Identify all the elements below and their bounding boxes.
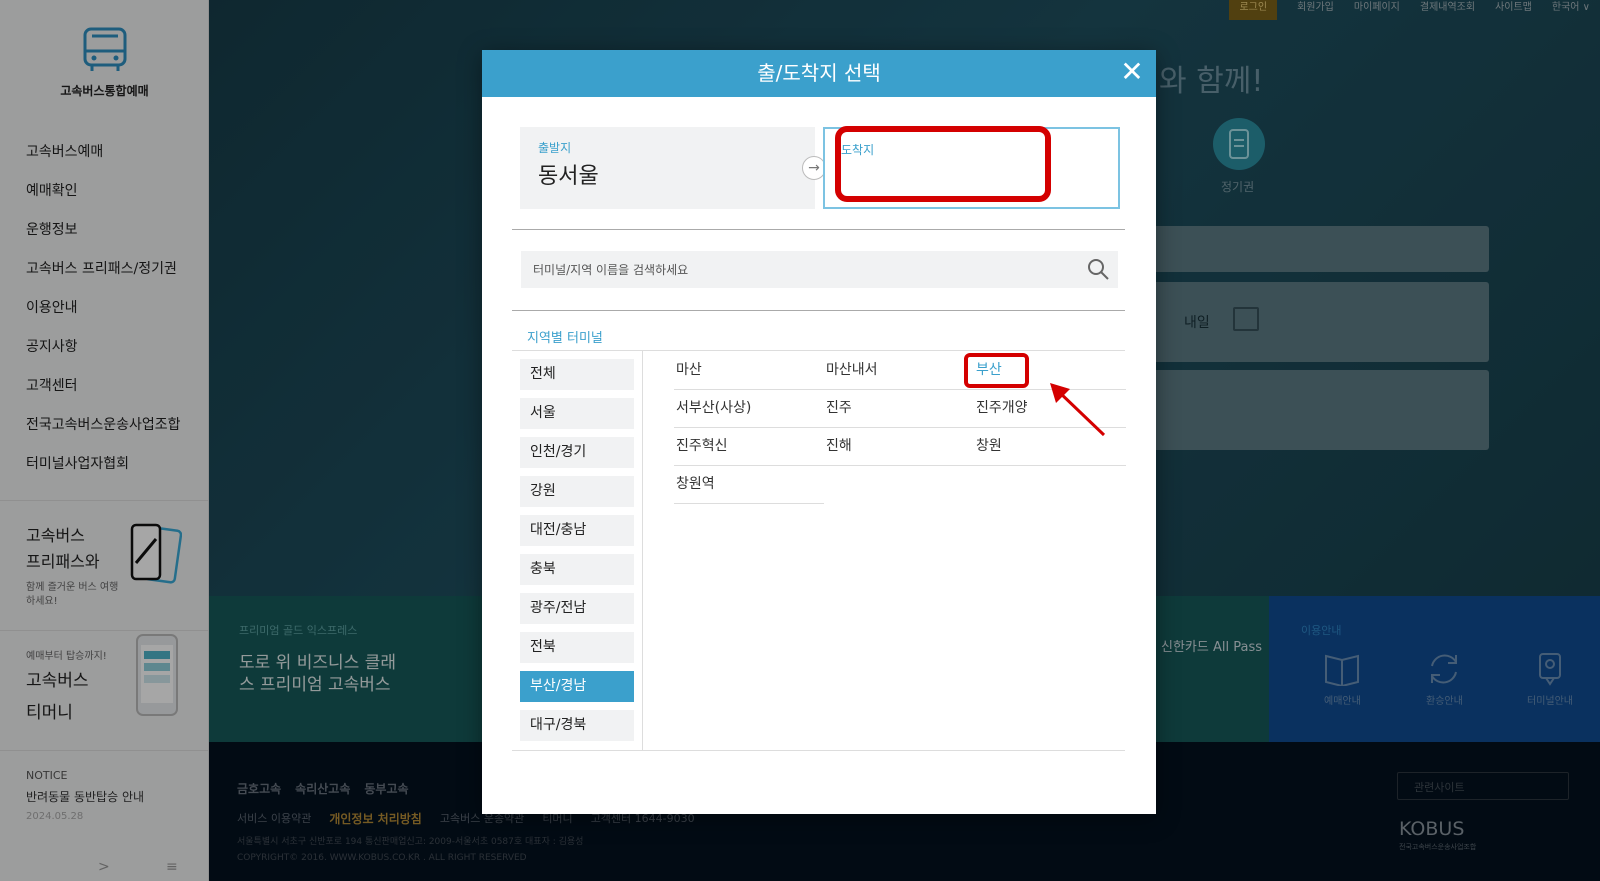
- terminal-item[interactable]: 진주: [824, 390, 974, 428]
- terminal-item[interactable]: 창원역: [674, 466, 824, 504]
- terminal-item[interactable]: 진주혁신: [674, 428, 824, 466]
- terminal-item[interactable]: 진해: [824, 428, 974, 466]
- terminal-list: 마산 마산내서 부산 서부산(사상) 진주 진주개양 진주혁신 진해 창원 창원…: [674, 352, 1126, 504]
- destination-label: 도착지: [841, 143, 875, 157]
- region-tabs: 전체 서울 인천/경기 강원 대전/충남 충북 광주/전남 전북 부산/경남 대…: [520, 359, 634, 749]
- divider: [512, 750, 1125, 751]
- region-tab-seoul[interactable]: 서울: [520, 398, 634, 429]
- origin-field[interactable]: 출발지 동서울: [520, 127, 815, 209]
- divider: [512, 310, 1125, 311]
- region-tab-incheon-gyeonggi[interactable]: 인천/경기: [520, 437, 634, 468]
- destination-value: [841, 160, 1102, 186]
- region-terminal-title: 지역별 터미널: [527, 331, 603, 346]
- station-select-modal: 출/도착지 선택 ✕ 출발지 동서울 → 도착지 지역별 터미널 전체 서울 인…: [482, 50, 1156, 814]
- region-tab-jeonbuk[interactable]: 전북: [520, 632, 634, 663]
- terminal-item[interactable]: 서부산(사상): [674, 390, 824, 428]
- modal-title: 출/도착지 선택: [757, 61, 881, 85]
- destination-field[interactable]: 도착지: [823, 127, 1120, 209]
- region-tab-daegu-gyeongbuk[interactable]: 대구/경북: [520, 710, 634, 741]
- region-tab-daejeon-chungnam[interactable]: 대전/충남: [520, 515, 634, 546]
- origin-value: 동서울: [538, 164, 599, 189]
- search-icon[interactable]: [1086, 257, 1110, 281]
- region-tab-all[interactable]: 전체: [520, 359, 634, 390]
- close-icon[interactable]: ✕: [1114, 50, 1150, 97]
- region-tab-chungbuk[interactable]: 충북: [520, 554, 634, 585]
- terminal-item[interactable]: 진주개양: [974, 390, 1126, 428]
- divider: [512, 350, 1125, 351]
- divider: [512, 229, 1125, 230]
- terminal-item[interactable]: 마산: [674, 352, 824, 390]
- region-tab-gangwon[interactable]: 강원: [520, 476, 634, 507]
- terminal-item[interactable]: 마산내서: [824, 352, 974, 390]
- terminal-search-input[interactable]: [521, 251, 1118, 288]
- origin-label: 출발지: [538, 141, 572, 155]
- modal-header: 출/도착지 선택 ✕: [482, 50, 1156, 97]
- column-divider: [642, 351, 643, 751]
- terminal-item-selected[interactable]: 부산: [974, 352, 1126, 390]
- terminal-item[interactable]: 창원: [974, 428, 1126, 466]
- region-tab-gwangju-jeonnam[interactable]: 광주/전남: [520, 593, 634, 624]
- region-tab-busan-gyeongnam[interactable]: 부산/경남: [520, 671, 634, 702]
